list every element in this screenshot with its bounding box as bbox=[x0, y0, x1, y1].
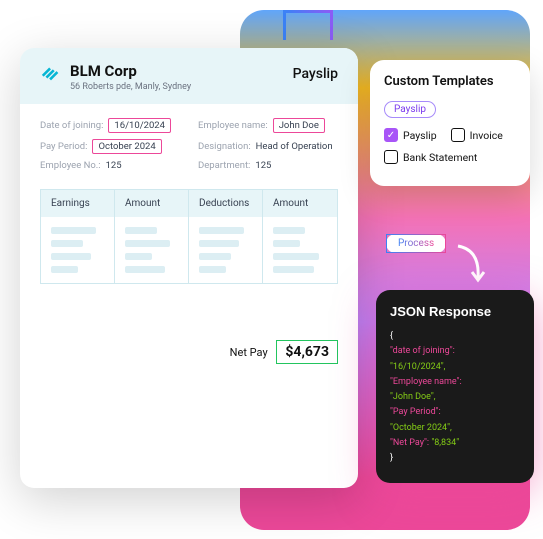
table-col bbox=[263, 217, 337, 283]
table-header-earnings: Earnings bbox=[41, 190, 115, 217]
table-header-deductions: Deductions bbox=[189, 190, 263, 217]
payslip-document: BLM Corp 56 Roberts pde, Manly, Sydney P… bbox=[20, 48, 358, 488]
date-joining-label: Date of joining: bbox=[40, 120, 103, 131]
table-header-amount2: Amount bbox=[263, 190, 337, 217]
employee-no-value: 125 bbox=[106, 160, 122, 171]
checkbox-label: Invoice bbox=[470, 129, 503, 142]
table-col bbox=[115, 217, 189, 283]
employee-name-label: Employee name: bbox=[198, 120, 268, 131]
designation-label: Designation: bbox=[198, 141, 251, 152]
employee-name-value: John Doe bbox=[273, 118, 325, 133]
department-value: 125 bbox=[255, 160, 271, 171]
document-type: Payslip bbox=[293, 66, 338, 82]
selected-template-pill[interactable]: Payslip bbox=[384, 101, 436, 118]
table-col bbox=[41, 217, 115, 283]
table-col bbox=[189, 217, 263, 283]
checkbox-payslip[interactable]: ✓ Payslip bbox=[384, 128, 437, 142]
tab-notch bbox=[283, 10, 333, 40]
json-title: JSON Response bbox=[390, 304, 520, 319]
checkbox-label: Bank Statement bbox=[403, 151, 477, 164]
checkbox-empty-icon bbox=[384, 150, 398, 164]
net-pay-label: Net Pay bbox=[230, 346, 268, 359]
checkbox-empty-icon bbox=[451, 128, 465, 142]
date-joining-value: 16/10/2024 bbox=[108, 118, 171, 133]
department-label: Department: bbox=[198, 160, 250, 171]
templates-title: Custom Templates bbox=[384, 74, 516, 89]
net-pay-value: $4,673 bbox=[276, 340, 338, 364]
checkbox-label: Payslip bbox=[403, 129, 437, 142]
payslip-header: BLM Corp 56 Roberts pde, Manly, Sydney P… bbox=[20, 48, 358, 104]
process-button[interactable]: Process bbox=[386, 234, 446, 253]
pay-period-value: October 2024 bbox=[92, 139, 161, 154]
pay-period-label: Pay Period: bbox=[40, 141, 87, 152]
checkbox-bank-statement[interactable]: Bank Statement bbox=[384, 150, 477, 164]
check-icon: ✓ bbox=[384, 128, 398, 142]
employee-fields: Date of joining: 16/10/2024 Employee name… bbox=[40, 118, 338, 171]
designation-value: Head of Operation bbox=[256, 141, 333, 152]
templates-card: Custom Templates Payslip ✓ Payslip Invoic… bbox=[370, 60, 530, 186]
company-logo-icon bbox=[40, 62, 62, 84]
company-name: BLM Corp bbox=[70, 62, 191, 80]
company-address: 56 Roberts pde, Manly, Sydney bbox=[70, 82, 191, 92]
arrow-icon bbox=[450, 238, 500, 288]
earnings-table: Earnings Amount Deductions Amount bbox=[40, 189, 338, 284]
checkbox-invoice[interactable]: Invoice bbox=[451, 128, 503, 142]
net-pay-row: Net Pay $4,673 bbox=[40, 344, 338, 360]
json-body: { "date of joining": "16/10/2024", "Empl… bbox=[390, 329, 520, 467]
json-response-card: JSON Response { "date of joining": "16/1… bbox=[376, 290, 534, 483]
employee-no-label: Employee No.: bbox=[40, 160, 101, 171]
table-header-amount1: Amount bbox=[115, 190, 189, 217]
